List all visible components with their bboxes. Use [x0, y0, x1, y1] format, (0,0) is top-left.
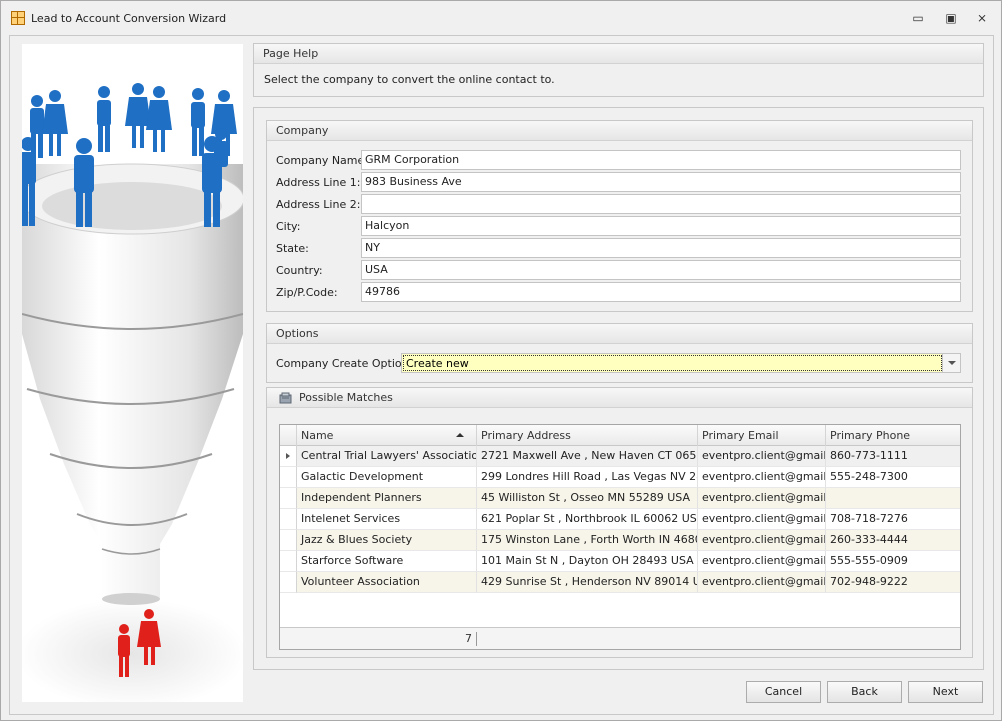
page-help-panel: Page Help Select the company to convert …: [253, 43, 984, 97]
possible-matches-grid[interactable]: Name Primary Address Primary Email Prima…: [279, 424, 961, 650]
cell-primary-phone[interactable]: 555-248-7300: [826, 467, 960, 488]
table-row[interactable]: Central Trial Lawyers' Association 2721 M…: [280, 446, 960, 467]
maximize-button[interactable]: ▣: [941, 9, 961, 27]
possible-matches-group: Possible Matches Name Primary Address Pr…: [266, 387, 973, 658]
chevron-down-icon[interactable]: [942, 354, 960, 372]
back-button[interactable]: Back: [827, 681, 902, 703]
row-indicator[interactable]: [280, 488, 297, 509]
page-help-header: Page Help: [254, 44, 983, 64]
row-indicator[interactable]: [280, 572, 297, 593]
address-line-2-label: Address Line 2:: [276, 198, 361, 211]
company-create-option-label: Company Create Option:: [276, 357, 413, 370]
city-input[interactable]: Halcyon: [361, 216, 961, 236]
cell-primary-phone[interactable]: [826, 488, 960, 509]
company-group: Company Company Name: GRM Corporation Ad…: [266, 120, 973, 312]
possible-matches-header: Possible Matches: [267, 388, 972, 408]
address-line-1-label: Address Line 1:: [276, 176, 361, 189]
row-indicator[interactable]: [280, 467, 297, 488]
options-header: Options: [267, 324, 972, 344]
company-create-option-value: Create new: [403, 355, 942, 371]
database-icon: [279, 392, 292, 404]
window-title: Lead to Account Conversion Wizard: [31, 12, 227, 25]
column-header-name[interactable]: Name: [297, 425, 477, 446]
close-button[interactable]: ⨯: [972, 9, 992, 27]
company-create-option-dropdown[interactable]: Create new: [401, 353, 961, 373]
cell-name[interactable]: Volunteer Association: [297, 572, 477, 593]
cell-name[interactable]: Galactic Development: [297, 467, 477, 488]
cell-primary-phone[interactable]: 860-773-1111: [826, 446, 960, 467]
cell-primary-address[interactable]: 2721 Maxwell Ave , New Haven CT 06512...: [477, 446, 698, 467]
options-group: Options Company Create Option: Create ne…: [266, 323, 973, 383]
table-row[interactable]: Jazz & Blues Society 175 Winston Lane , F…: [280, 530, 960, 551]
app-icon: [11, 11, 25, 25]
cell-primary-email[interactable]: eventpro.client@gmail...: [698, 530, 826, 551]
cell-primary-email[interactable]: eventpro.client@gmail...: [698, 488, 826, 509]
table-row[interactable]: Starforce Software 101 Main St N , Dayton…: [280, 551, 960, 572]
cell-primary-email[interactable]: eventpro.client@gmail...: [698, 446, 826, 467]
table-row[interactable]: Intelenet Services 621 Poplar St , Northb…: [280, 509, 960, 530]
funnel-image: [22, 83, 243, 702]
address-line-1-input[interactable]: 983 Business Ave: [361, 172, 961, 192]
cell-primary-address[interactable]: 175 Winston Lane , Forth Worth IN 4680..…: [477, 530, 698, 551]
cell-primary-phone[interactable]: 555-555-0909: [826, 551, 960, 572]
sort-ascending-icon: [456, 433, 464, 437]
row-indicator-header: [280, 425, 297, 446]
cell-primary-email[interactable]: eventpro.client@gmail...: [698, 551, 826, 572]
table-row[interactable]: Galactic Development 299 Londres Hill Roa…: [280, 467, 960, 488]
row-count: 7: [465, 632, 472, 645]
wizard-window: Lead to Account Conversion Wizard ▭ ▣ ⨯: [0, 0, 1002, 721]
table-row[interactable]: Independent Planners 45 Williston St , Os…: [280, 488, 960, 509]
cell-primary-address[interactable]: 101 Main St N , Dayton OH 28493 USA: [477, 551, 698, 572]
wizard-page-group: Company Company Name: GRM Corporation Ad…: [253, 107, 984, 670]
possible-matches-title: Possible Matches: [299, 391, 393, 404]
minimize-button[interactable]: ▭: [908, 9, 928, 27]
company-name-input[interactable]: GRM Corporation: [361, 150, 961, 170]
cell-primary-phone[interactable]: 708-718-7276: [826, 509, 960, 530]
title-bar: Lead to Account Conversion Wizard ▭ ▣ ⨯: [1, 1, 1001, 35]
country-label: Country:: [276, 264, 323, 277]
country-input[interactable]: USA: [361, 260, 961, 280]
table-row[interactable]: Volunteer Association 429 Sunrise St , He…: [280, 572, 960, 593]
current-row-arrow-icon: [286, 453, 290, 459]
cell-primary-address[interactable]: 45 Williston St , Osseo MN 55289 USA: [477, 488, 698, 509]
column-header-primary-phone[interactable]: Primary Phone: [826, 425, 960, 446]
row-indicator[interactable]: [280, 551, 297, 572]
cell-name[interactable]: Starforce Software: [297, 551, 477, 572]
cell-name[interactable]: Intelenet Services: [297, 509, 477, 530]
grid-header-row: Name Primary Address Primary Email Prima…: [280, 425, 960, 446]
cell-primary-email[interactable]: eventpro.client@gmail...: [698, 509, 826, 530]
row-indicator[interactable]: [280, 509, 297, 530]
funnel-illustration: [22, 44, 243, 702]
zip-code-input[interactable]: 49786: [361, 282, 961, 302]
cell-primary-phone[interactable]: 702-948-9222: [826, 572, 960, 593]
cell-name[interactable]: Independent Planners: [297, 488, 477, 509]
footer-divider: [476, 632, 477, 646]
state-label: State:: [276, 242, 309, 255]
cell-name[interactable]: Central Trial Lawyers' Association: [297, 446, 477, 467]
column-header-primary-address[interactable]: Primary Address: [477, 425, 698, 446]
next-button[interactable]: Next: [908, 681, 983, 703]
column-header-name-label: Name: [301, 429, 334, 442]
zip-code-label: Zip/P.Code:: [276, 286, 338, 299]
cell-primary-email[interactable]: eventpro.client@gmail...: [698, 467, 826, 488]
cell-primary-address[interactable]: 621 Poplar St , Northbrook IL 60062 USA: [477, 509, 698, 530]
cell-name[interactable]: Jazz & Blues Society: [297, 530, 477, 551]
grid-footer: 7: [280, 627, 960, 649]
company-name-label: Company Name:: [276, 154, 368, 167]
cancel-button[interactable]: Cancel: [746, 681, 821, 703]
city-label: City:: [276, 220, 301, 233]
cell-primary-email[interactable]: eventpro.client@gmail...: [698, 572, 826, 593]
column-header-primary-email[interactable]: Primary Email: [698, 425, 826, 446]
cell-primary-address[interactable]: 429 Sunrise St , Henderson NV 89014 USA: [477, 572, 698, 593]
address-line-2-input[interactable]: [361, 194, 961, 214]
company-header: Company: [267, 121, 972, 141]
cell-primary-address[interactable]: 299 Londres Hill Road , Las Vegas NV 287…: [477, 467, 698, 488]
page-help-text: Select the company to convert the online…: [264, 73, 555, 86]
row-indicator[interactable]: [280, 446, 297, 467]
row-indicator[interactable]: [280, 530, 297, 551]
cell-primary-phone[interactable]: 260-333-4444: [826, 530, 960, 551]
state-input[interactable]: NY: [361, 238, 961, 258]
